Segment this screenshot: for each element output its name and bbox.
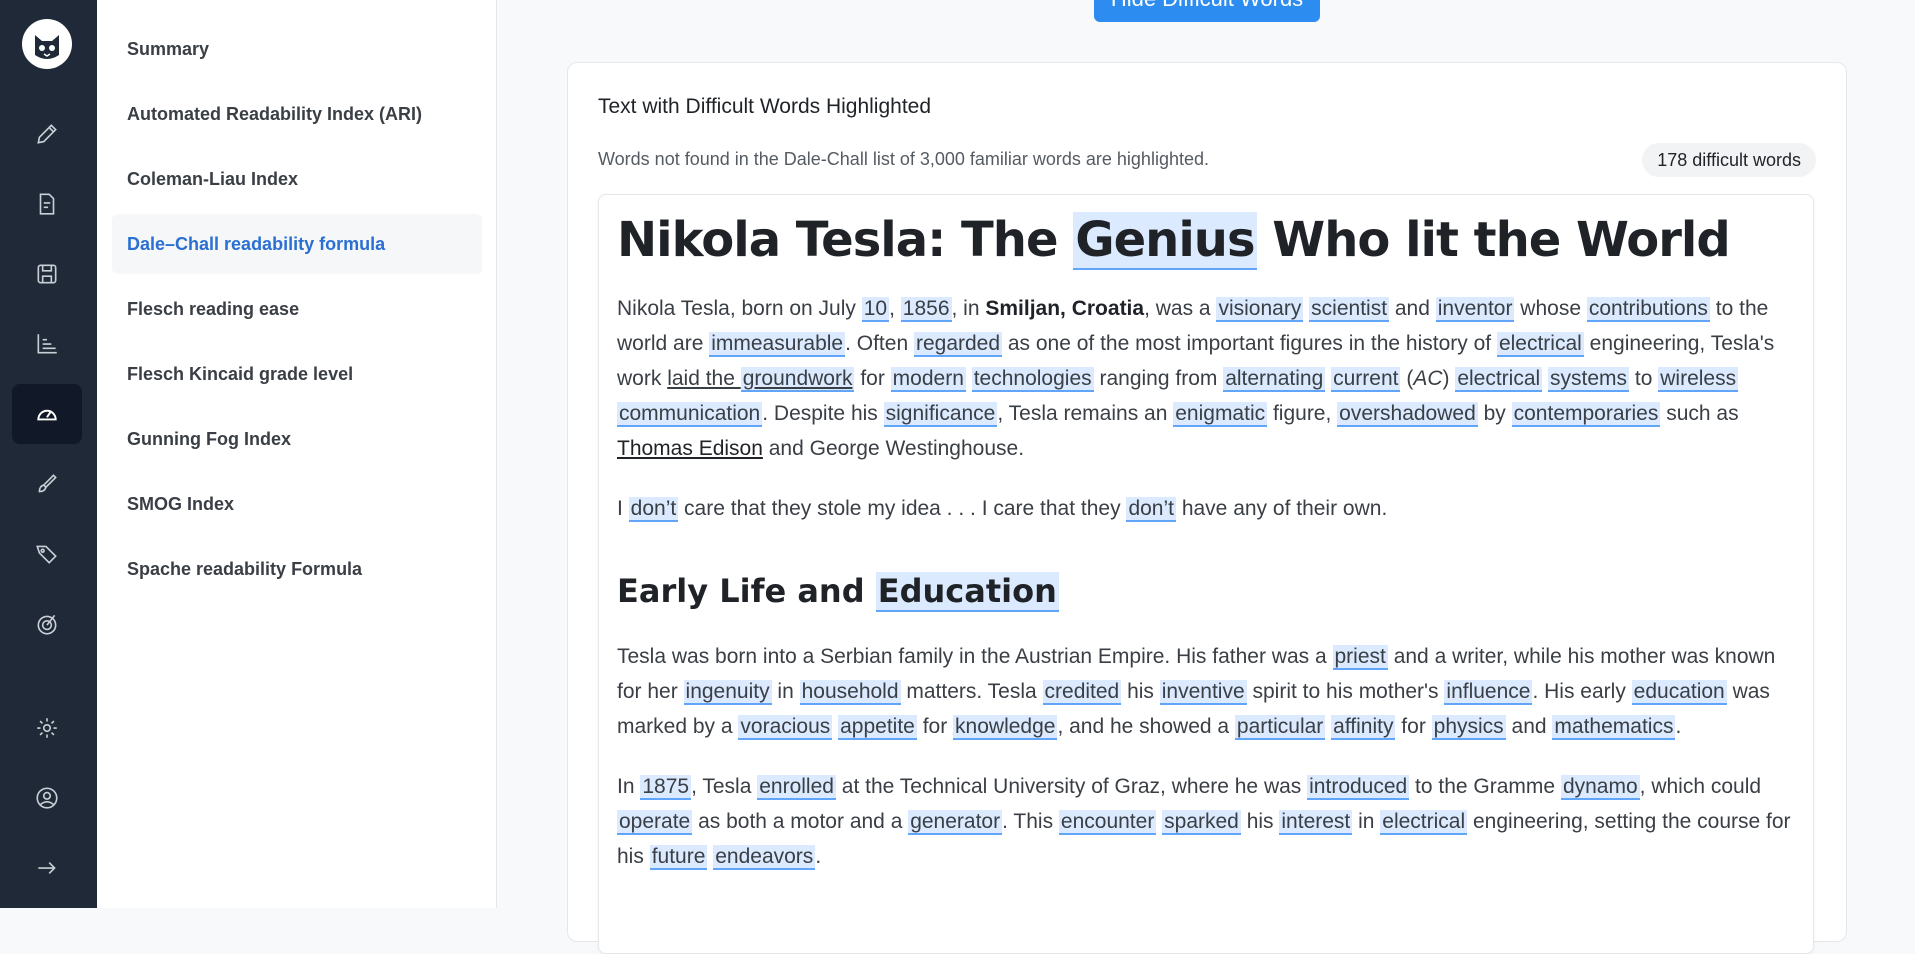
thomas-edison-link[interactable]: Thomas Edison — [617, 437, 763, 460]
paragraph: Nikola Tesla, born on July 10, 1856, in … — [617, 297, 1775, 460]
tags-icon[interactable] — [12, 524, 82, 584]
title-text: Nikola Tesla: The — [617, 212, 1074, 268]
target-icon[interactable] — [12, 594, 82, 654]
difficult-words-card: Text with Difficult Words Highlighted Wo… — [567, 62, 1847, 954]
gauge-icon[interactable] — [12, 384, 82, 444]
sidebar-item-spache[interactable]: Spache readability Formula — [112, 539, 482, 599]
sidebar: Summary Automated Readability Index (ARI… — [97, 0, 497, 908]
sidebar-item-smog[interactable]: SMOG Index — [112, 474, 482, 534]
heading-text: Early Life and — [617, 572, 876, 610]
difficult-word: Education — [875, 572, 1059, 612]
title-text: Who lit the World — [1256, 212, 1730, 268]
pencil-icon[interactable] — [12, 104, 82, 164]
sidebar-item-gunning-fog[interactable]: Gunning Fog Index — [112, 409, 482, 469]
card-title: Text with Difficult Words Highlighted — [598, 95, 932, 118]
sidebar-item-dale-chall[interactable]: Dale–Chall readability formula — [112, 214, 482, 274]
sidebar-item-flesch-reading-ease[interactable]: Flesch reading ease — [112, 279, 482, 339]
quote-paragraph: I don’t care that they stole my idea . .… — [617, 497, 1388, 522]
chart-icon[interactable] — [12, 314, 82, 374]
card-subtitle: Words not found in the Dale-Chall list o… — [598, 149, 1209, 169]
highlighted-document: Nikola Tesla: The Genius Who lit the Wor… — [598, 194, 1814, 954]
user-circle-icon[interactable] — [12, 768, 82, 828]
difficult-word: Genius — [1073, 212, 1257, 270]
arrow-right-icon[interactable] — [12, 838, 82, 898]
document-title: Nikola Tesla: The Genius Who lit the Wor… — [617, 209, 1795, 271]
save-icon[interactable] — [12, 244, 82, 304]
logo-cat-icon[interactable] — [22, 19, 72, 69]
icon-rail — [0, 0, 97, 908]
paragraph: In 1875, Tesla enrolled at the Technical… — [617, 775, 1791, 870]
hide-difficult-words-button[interactable]: Hide Difficult Words — [1094, 0, 1320, 22]
sidebar-item-summary[interactable]: Summary — [112, 19, 482, 79]
sidebar-item-ari[interactable]: Automated Readability Index (ARI) — [112, 84, 482, 144]
document-edit-icon[interactable] — [12, 174, 82, 234]
gear-icon[interactable] — [12, 698, 82, 758]
sidebar-item-coleman-liau[interactable]: Coleman-Liau Index — [112, 149, 482, 209]
difficult-count-badge: 178 difficult words — [1642, 143, 1816, 177]
section-heading: Early Life and Education — [617, 571, 1795, 612]
brush-icon[interactable] — [12, 454, 82, 514]
paragraph: Tesla was born into a Serbian family in … — [617, 645, 1776, 740]
sidebar-item-flesch-kincaid[interactable]: Flesch Kincaid grade level — [112, 344, 482, 404]
